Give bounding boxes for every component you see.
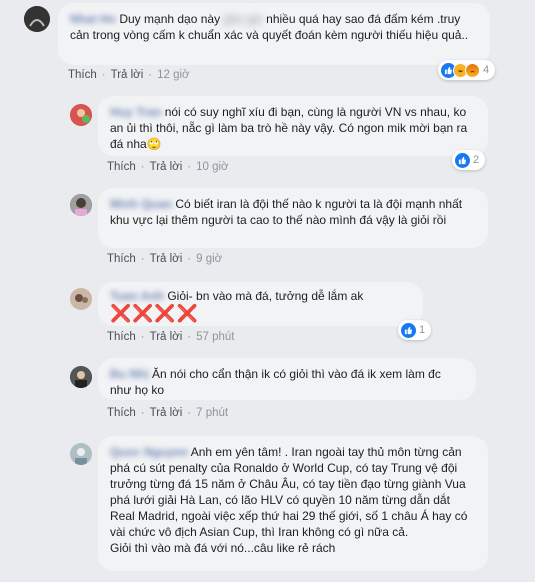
timestamp[interactable]: 10 giờ <box>196 161 228 173</box>
comment-bubble: Đu Nhị Ăn nói cho cẩn thận ik có giỏi th… <box>98 358 476 400</box>
reaction-summary[interactable]: 4 <box>438 60 496 80</box>
reply-link[interactable]: Trả lời <box>111 69 144 81</box>
comment-author[interactable]: Quoc Nguyen <box>110 445 188 459</box>
comment-actions: Thích · Trả lời · 12 giờ <box>68 69 190 81</box>
like-link[interactable]: Thích <box>68 69 97 81</box>
comment-author[interactable]: Minh Quan <box>110 197 172 211</box>
reaction-count: 2 <box>473 154 480 166</box>
like-link[interactable]: Thích <box>107 407 136 419</box>
comment-text: Giỏi thì vào mà đá với nó...câu like rẻ … <box>110 541 336 555</box>
comment-bubble: Nhat Ho Duy mạnh dạo này ghe gie nhiều q… <box>58 3 490 65</box>
comment-text: Duy mạnh dạo này <box>119 12 221 26</box>
comment-author[interactable]: Nhat Ho <box>70 12 116 26</box>
avatar-image-icon <box>70 443 92 465</box>
avatar[interactable] <box>24 6 50 32</box>
comment-text: nói có suy nghĩ xíu đi bạn, cùng là ngườ… <box>110 105 468 151</box>
like-reaction-icon <box>455 152 470 168</box>
like-link[interactable]: Thích <box>107 253 136 265</box>
timestamp[interactable]: 7 phút <box>196 407 228 419</box>
comment-bubble: Minh Quan Có biết iran là đội thế nào k … <box>98 188 488 248</box>
timestamp[interactable]: 57 phút <box>196 331 234 343</box>
cross-mark-emojis: ❌❌❌❌ <box>110 304 199 323</box>
reaction-summary[interactable]: 2 <box>452 150 486 170</box>
angry-reaction-icon <box>465 62 480 78</box>
reply-link[interactable]: Trả lời <box>150 331 183 343</box>
comment-text-blurred: ghe gie <box>223 12 263 26</box>
comment-author[interactable]: Tuan Anh <box>110 289 164 303</box>
reply-link[interactable]: Trả lời <box>150 161 183 173</box>
reply-link[interactable]: Trả lời <box>150 407 183 419</box>
comment-text: nhiều quá hay sao đá đấm kém <box>266 12 434 26</box>
comment-bubble: Tuan Anh Giỏi- bn vào mà đá, tưởng dễ lắ… <box>98 282 423 326</box>
comment-author[interactable]: Đu Nhị <box>110 367 149 381</box>
comment-actions: Thích · Trả lời · 57 phút <box>107 331 235 343</box>
comment-author[interactable]: Huy Tran <box>110 105 161 119</box>
avatar-image-icon <box>70 194 92 216</box>
comment-bubble: Quoc Nguyen Anh em yên tâm! . Iran ngoài… <box>98 436 488 571</box>
avatar[interactable] <box>70 194 92 216</box>
like-reaction-icon <box>401 322 416 338</box>
reaction-summary[interactable]: 1 <box>398 320 432 340</box>
avatar[interactable] <box>70 104 92 126</box>
comment-text: Anh em yên tâm! . Iran ngoài tay thủ môn… <box>110 445 468 539</box>
avatar[interactable] <box>70 366 92 388</box>
avatar-image-icon <box>24 6 50 32</box>
comment-text: Ăn nói cho cẩn thận ik có giỏi thì vào đ… <box>110 367 441 397</box>
comment-bubble: Huy Tran nói có suy nghĩ xíu đi bạn, cùn… <box>98 96 488 156</box>
comment-text: Giỏi- bn vào mà đá, tưởng dễ lắm ak <box>167 289 364 303</box>
timestamp[interactable]: 9 giờ <box>196 253 222 265</box>
rolling-eyes-emoji: 🙄 <box>146 137 162 151</box>
like-link[interactable]: Thích <box>107 331 136 343</box>
avatar-image-icon <box>70 104 92 126</box>
comment-actions: Thích · Trả lời · 9 giờ <box>107 253 223 265</box>
like-link[interactable]: Thích <box>107 161 136 173</box>
reply-link[interactable]: Trả lời <box>150 253 183 265</box>
timestamp[interactable]: 12 giờ <box>157 69 189 81</box>
avatar-image-icon <box>70 366 92 388</box>
comment-actions: Thích · Trả lời · 10 giờ <box>107 161 229 173</box>
avatar[interactable] <box>70 443 92 465</box>
avatar[interactable] <box>70 288 92 310</box>
reaction-count: 1 <box>419 324 426 336</box>
comment-actions: Thích · Trả lời · 7 phút <box>107 407 229 419</box>
avatar-image-icon <box>70 288 92 310</box>
reaction-count: 4 <box>483 64 490 76</box>
